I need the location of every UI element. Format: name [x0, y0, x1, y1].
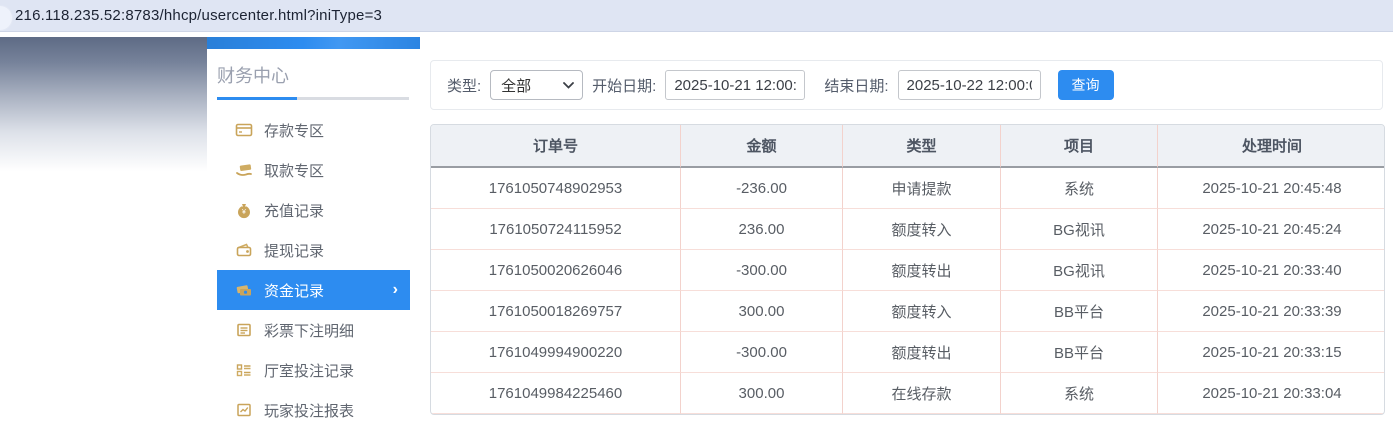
chevron-right-icon: ›: [392, 281, 398, 298]
type-cell: 额度转入: [843, 291, 1001, 332]
time-cell: 2025-10-21 20:45:48: [1158, 168, 1384, 209]
sidebar-item-player-bet-report[interactable]: 玩家投注报表: [217, 390, 410, 430]
type-cell: 在线存款: [843, 373, 1001, 414]
time-cell: 2025-10-21 20:33:39: [1158, 291, 1384, 332]
sidebar-item-lottery-bet-details[interactable]: 彩票下注明细: [217, 310, 410, 350]
funds-record-icon: [235, 281, 253, 299]
project-cell: 系统: [1001, 168, 1158, 209]
sidebar-item-label: 存款专区: [264, 122, 325, 140]
sidebar-item-funds-records[interactable]: 资金记录 ›: [217, 270, 410, 310]
filter-panel: 类型: 全部 开始日期: 结束日期: 查询: [430, 60, 1383, 110]
sidebar-item-hall-bet-records[interactable]: 厅室投注记录: [217, 350, 410, 390]
amount-cell: 300.00: [681, 373, 843, 414]
browser-address-bar[interactable]: 216.118.235.52:8783/hhcp/usercenter.html…: [0, 0, 1393, 32]
sidebar-item-withdraw-zone[interactable]: 取款专区: [217, 150, 410, 190]
project-cell: BG视讯: [1001, 209, 1158, 250]
end-date-label: 结束日期:: [824, 77, 889, 95]
sidebar-item-label: 资金记录: [264, 282, 325, 300]
order-id-cell: 1761049984225460: [431, 373, 681, 414]
order-id-cell: 1761050020626046: [431, 250, 681, 291]
project-cell: 系统: [1001, 373, 1158, 414]
amount-cell: 236.00: [681, 209, 843, 250]
table-row: 1761050724115952 236.00 额度转入 BG视讯 2025-1…: [431, 209, 1384, 250]
chevron-down-icon: [563, 81, 575, 89]
sidebar-title: 财务中心: [217, 66, 289, 86]
time-cell: 2025-10-21 20:33:15: [1158, 332, 1384, 373]
recharge-moneybag-icon: ¥: [235, 201, 253, 219]
project-cell: BG视讯: [1001, 250, 1158, 291]
table-header-row: 订单号 金额 类型 项目 处理时间: [431, 125, 1384, 168]
type-select-value: 全部: [501, 77, 532, 95]
time-cell: 2025-10-21 20:45:24: [1158, 209, 1384, 250]
sidebar-item-label: 取款专区: [264, 162, 325, 180]
sidebar-item-deposit-zone[interactable]: 存款专区: [217, 110, 410, 150]
project-cell: BB平台: [1001, 291, 1158, 332]
start-date-input[interactable]: [665, 70, 806, 100]
amount-cell: -300.00: [681, 250, 843, 291]
project-cell: BB平台: [1001, 332, 1158, 373]
sidebar-item-withdrawal-records[interactable]: 提现记录: [217, 230, 410, 270]
table-row: 1761050748902953 -236.00 申请提款 系统 2025-10…: [431, 168, 1384, 209]
header-order-id: 订单号: [431, 125, 681, 168]
order-id-cell: 1761050748902953: [431, 168, 681, 209]
search-button[interactable]: 查询: [1057, 70, 1114, 100]
type-cell: 额度转入: [843, 209, 1001, 250]
sidebar-item-label: 厅室投注记录: [264, 362, 355, 380]
amount-cell: -300.00: [681, 332, 843, 373]
browser-button-icon: [0, 5, 13, 31]
sidebar-title-underline: [217, 97, 409, 100]
header-type: 类型: [843, 125, 1001, 168]
table-row: 1761050018269757 300.00 额度转入 BB平台 2025-1…: [431, 291, 1384, 332]
sidebar-item-label: 充值记录: [264, 202, 325, 220]
table-row: 1761050020626046 -300.00 额度转出 BG视讯 2025-…: [431, 250, 1384, 291]
deposit-card-icon: [235, 121, 253, 139]
order-id-cell: 1761049994900220: [431, 332, 681, 373]
sidebar-top-strip: [207, 37, 420, 49]
hall-bet-list-icon: [235, 361, 253, 379]
sidebar-item-label: 玩家投注报表: [264, 402, 355, 420]
background-banner: [0, 37, 207, 177]
order-id-cell: 1761050724115952: [431, 209, 681, 250]
amount-cell: -236.00: [681, 168, 843, 209]
end-date-input[interactable]: [897, 70, 1041, 100]
header-project: 项目: [1001, 125, 1158, 168]
type-label: 类型:: [447, 77, 482, 95]
type-cell: 额度转出: [843, 250, 1001, 291]
header-process-time: 处理时间: [1158, 125, 1384, 168]
time-cell: 2025-10-21 20:33:40: [1158, 250, 1384, 291]
type-cell: 申请提款: [843, 168, 1001, 209]
svg-text:¥: ¥: [242, 209, 246, 216]
withdraw-hand-icon: [235, 161, 253, 179]
player-report-icon: [235, 401, 253, 419]
records-table-wrap: 订单号 金额 类型 项目 处理时间 1761050748902953 -236.…: [430, 124, 1385, 415]
sidebar-item-label: 提现记录: [264, 242, 325, 260]
start-date-label: 开始日期:: [592, 77, 657, 95]
order-id-cell: 1761050018269757: [431, 291, 681, 332]
sidebar-menu: 存款专区 取款专区 ¥ 充值记录 提现记录 资金记录 › 彩票下注明细 厅室投注…: [207, 110, 420, 430]
type-select[interactable]: 全部: [490, 70, 584, 100]
url-text: 216.118.235.52:8783/hhcp/usercenter.html…: [15, 7, 383, 24]
sidebar-finance-center: 财务中心 存款专区 取款专区 ¥ 充值记录 提现记录 资金记录 › 彩票下注明细…: [207, 37, 420, 420]
time-cell: 2025-10-21 20:33:04: [1158, 373, 1384, 414]
amount-cell: 300.00: [681, 291, 843, 332]
records-table: 订单号 金额 类型 项目 处理时间 1761050748902953 -236.…: [431, 125, 1384, 414]
type-cell: 额度转出: [843, 332, 1001, 373]
sidebar-item-label: 彩票下注明细: [264, 322, 355, 340]
withdrawal-wallet-icon: [235, 241, 253, 259]
lottery-detail-icon: [235, 321, 253, 339]
table-row: 1761049984225460 300.00 在线存款 系统 2025-10-…: [431, 373, 1384, 414]
header-amount: 金额: [681, 125, 843, 168]
table-row: 1761049994900220 -300.00 额度转出 BB平台 2025-…: [431, 332, 1384, 373]
sidebar-item-recharge-records[interactable]: ¥ 充值记录: [217, 190, 410, 230]
